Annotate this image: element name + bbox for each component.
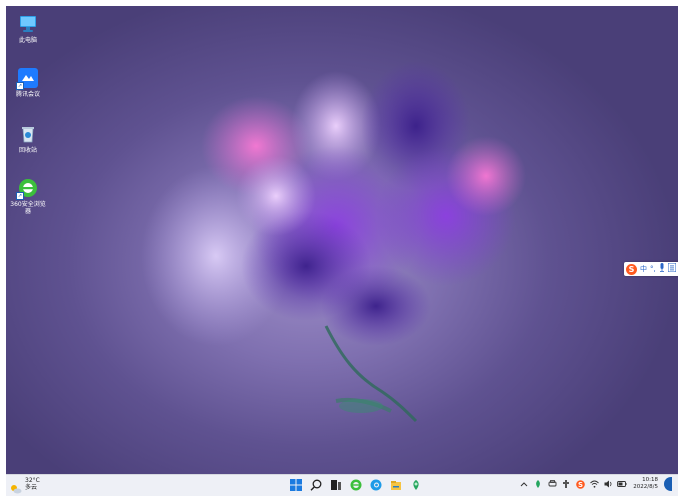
desktop-icon-label: 360安全浏览器 xyxy=(10,201,46,215)
360-browser-icon: ↗ xyxy=(16,178,38,200)
desktop-icon-360-browser[interactable]: ↗ 360安全浏览器 xyxy=(8,178,48,215)
desktop-icon-this-pc[interactable]: 此电脑 xyxy=(8,14,48,44)
windows-start-icon[interactable] xyxy=(289,478,303,492)
sogou-ime-icon[interactable]: S xyxy=(626,263,637,275)
ime-punctuation-toggle[interactable]: °, xyxy=(650,264,656,274)
partly-cloudy-icon xyxy=(10,479,22,494)
weather-temperature: 32°C xyxy=(25,477,40,484)
360-browser-icon[interactable] xyxy=(349,478,363,492)
system-clock[interactable]: 10:18 2022/8/5 xyxy=(633,477,658,491)
search-icon[interactable] xyxy=(309,478,323,492)
ime-mode-toggle[interactable]: 中 xyxy=(640,264,647,274)
ime-toolbar[interactable]: S 中 °, xyxy=(624,262,678,276)
desktop-icon-tencent-meeting[interactable]: ↗ 腾讯会议 xyxy=(8,68,48,98)
menu-icon[interactable] xyxy=(667,262,677,275)
wallpaper-flower-image xyxy=(141,61,526,423)
chevron-up-icon[interactable] xyxy=(519,478,529,490)
desktop-icon-label: 回收站 xyxy=(18,147,37,154)
weather-description: 多云 xyxy=(25,484,38,491)
screen: 此电脑 ↗ 腾讯会议 回收站 ↗ 360安全浏览器 S 中 °, 32°C 多云… xyxy=(0,0,678,496)
notification-center-button[interactable] xyxy=(664,477,672,491)
tray-app-green-icon[interactable] xyxy=(533,478,543,490)
computer-icon xyxy=(18,14,38,34)
tencent-app-icon[interactable] xyxy=(409,478,423,492)
edge-icon[interactable] xyxy=(369,478,383,492)
shortcut-arrow-icon: ↗ xyxy=(16,192,24,200)
clock-time: 10:18 xyxy=(642,477,658,483)
battery-icon[interactable] xyxy=(617,478,627,490)
tray-usb-icon[interactable] xyxy=(561,478,571,490)
svg-text:S: S xyxy=(578,481,583,489)
taskbar: 32°C 多云 S 10:18 2022/8/5 xyxy=(6,474,678,496)
task-view-icon[interactable] xyxy=(329,478,343,492)
shortcut-arrow-icon: ↗ xyxy=(16,82,24,90)
clock-date: 2022/8/5 xyxy=(633,484,658,490)
recycle-bin-icon xyxy=(18,124,38,144)
desktop-icon-label: 腾讯会议 xyxy=(15,91,40,98)
tray-app-printer-icon[interactable] xyxy=(547,478,557,490)
weather-widget[interactable]: 32°C 多云 xyxy=(10,477,40,494)
wifi-icon[interactable] xyxy=(589,478,599,490)
desktop-icon-recycle-bin[interactable]: 回收站 xyxy=(8,124,48,154)
desktop[interactable]: 此电脑 ↗ 腾讯会议 回收站 ↗ 360安全浏览器 xyxy=(6,6,678,474)
file-explorer-icon[interactable] xyxy=(389,478,403,492)
taskbar-apps xyxy=(289,478,423,492)
sogou-tray-icon[interactable]: S xyxy=(575,478,585,490)
mic-icon[interactable] xyxy=(659,263,665,275)
desktop-icon-label: 此电脑 xyxy=(18,37,37,44)
tencent-meeting-icon: ↗ xyxy=(16,68,38,90)
system-tray: S 10:18 2022/8/5 xyxy=(519,477,672,491)
volume-icon[interactable] xyxy=(603,478,613,490)
